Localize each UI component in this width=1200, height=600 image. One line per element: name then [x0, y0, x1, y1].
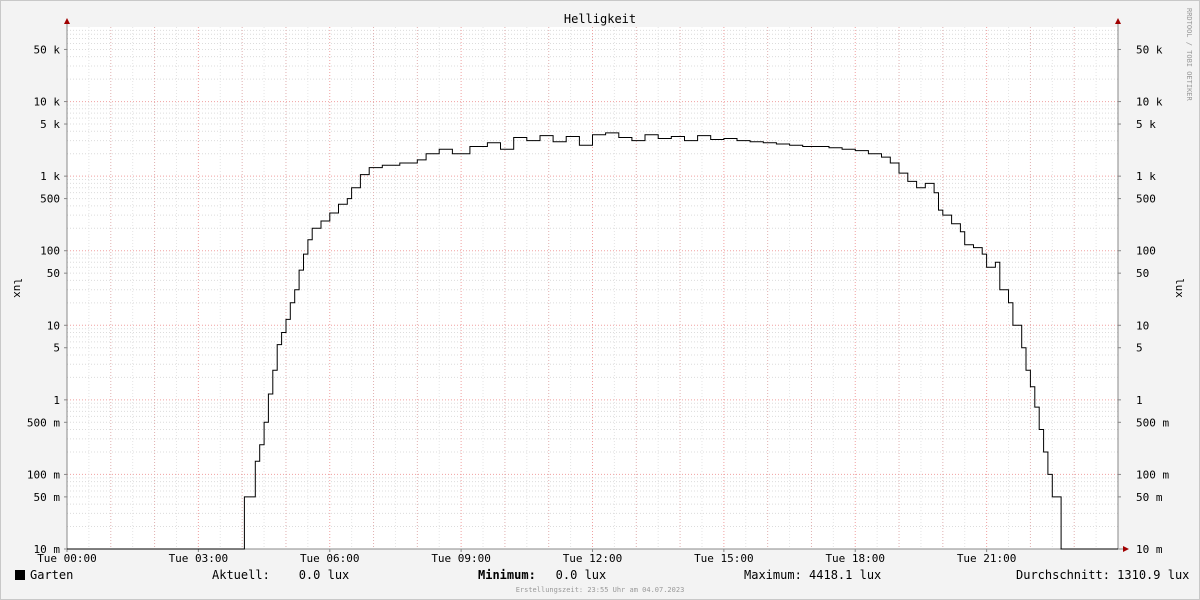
y-tick-label-right: 10 m	[1136, 543, 1163, 556]
y-tick-label-left: 1	[53, 394, 60, 407]
watermark: RRDTOOL / TOBI OETIKER	[1185, 8, 1193, 102]
x-axis-arrow	[1123, 546, 1129, 552]
y-tick-label-left: 10 k	[34, 96, 61, 109]
y-tick-label-left: 100	[40, 245, 60, 258]
legend-minimum-label: Minimum:	[478, 568, 536, 582]
footer-timestamp: Erstellungszeit: 23:55 Uhr am 04.07.2023	[515, 586, 685, 594]
y-tick-label-right: 100	[1136, 245, 1156, 258]
x-tick-label: Tue 12:00	[563, 552, 623, 565]
y-axis-label-left: lux	[11, 278, 24, 298]
y-tick-label-left: 50 k	[34, 43, 61, 56]
y-tick-label-left: 50 m	[34, 491, 61, 504]
legend-maximum: Maximum: 4418.1 lux	[744, 568, 882, 582]
y-tick-label-right: 1	[1136, 394, 1143, 407]
brightness-chart: 50 k 50 k 10 k 10 k 5 k 5 k 1 k 1 k 500 500 100 100…	[11, 8, 1193, 565]
legend-series-label: Garten	[30, 568, 74, 582]
legend-swatch-garten	[15, 570, 25, 580]
y-tick-label-left: 5 k	[40, 118, 60, 131]
y-tick-label-right: 5 k	[1136, 118, 1156, 131]
y-tick-label-right: 10	[1136, 319, 1149, 332]
y-tick-label-left: 50	[47, 267, 60, 280]
y-tick-label-left: 5	[53, 342, 60, 355]
y-tick-label-right: 50 k	[1136, 43, 1163, 56]
x-tick-label: Tue 15:00	[694, 552, 754, 565]
legend-average: Durchschnitt: 1310.9 lux	[1016, 568, 1190, 582]
y-tick-label-right: 10 k	[1136, 96, 1163, 109]
y-tick-label-right: 50 m	[1136, 491, 1163, 504]
y-axis-arrow-right	[1115, 18, 1121, 24]
y-tick-label-left: 10	[47, 319, 60, 332]
y-tick-label-right: 5	[1136, 342, 1143, 355]
y-axis-label-right: lux	[1173, 278, 1186, 298]
y-tick-label-left: 100 m	[27, 468, 60, 481]
y-tick-label-right: 100 m	[1136, 468, 1169, 481]
legend-minimum-value: 0.0 lux	[534, 568, 607, 582]
y-tick-label-left: 500	[40, 193, 60, 206]
y-tick-label-right: 500	[1136, 193, 1156, 206]
x-tick-label: Tue 06:00	[300, 552, 360, 565]
y-tick-label-right: 500 m	[1136, 416, 1169, 429]
x-tick-label: Tue 00:00	[37, 552, 97, 565]
y-tick-label-right: 1 k	[1136, 170, 1156, 183]
y-tick-label-left: 500 m	[27, 416, 60, 429]
y-tick-label-right: 50	[1136, 267, 1149, 280]
legend-current: Aktuell: 0.0 lux	[212, 568, 350, 582]
x-tick-label: Tue 03:00	[169, 552, 229, 565]
chart-title: Helligkeit	[564, 12, 636, 26]
y-axis-arrow-left	[64, 18, 70, 24]
x-tick-label: Tue 09:00	[431, 552, 491, 565]
x-tick-label: Tue 18:00	[825, 552, 885, 565]
x-tick-label: Tue 21:00	[957, 552, 1017, 565]
y-tick-label-left: 1 k	[40, 170, 60, 183]
